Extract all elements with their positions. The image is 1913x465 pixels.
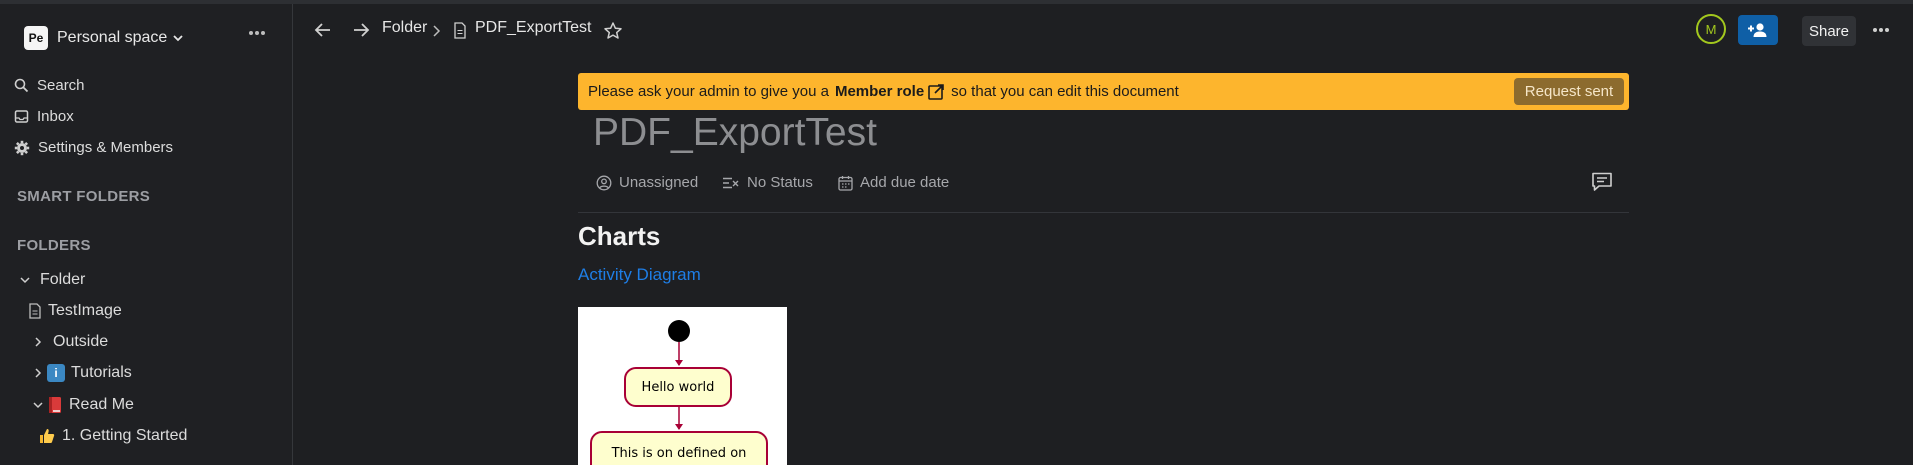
banner-text: Please ask your admin to give you a (588, 83, 829, 100)
divider (578, 212, 1629, 213)
search-icon (14, 78, 29, 93)
comment-icon[interactable] (1591, 171, 1613, 193)
tree-item-label: Read Me (69, 396, 134, 413)
breadcrumb-separator-icon (433, 25, 441, 37)
page-title[interactable]: PDF_ExportTest (593, 111, 877, 155)
more-icon[interactable] (1872, 27, 1890, 33)
tree-item-outside[interactable]: Outside (31, 333, 108, 351)
back-arrow-icon[interactable] (313, 20, 333, 40)
external-link-icon[interactable] (927, 83, 945, 101)
permission-banner: Please ask your admin to give you a Memb… (578, 73, 1629, 110)
tree-item-read-me[interactable]: Read Me (31, 396, 134, 414)
member-role-link[interactable]: Member role (835, 83, 924, 100)
tree-item-label: Outside (53, 333, 109, 350)
due-date-field[interactable]: Add due date (838, 174, 949, 191)
chevron-down-icon[interactable] (18, 273, 32, 287)
document-icon (29, 303, 41, 319)
workspace-switcher[interactable]: Pe Personal space (24, 26, 185, 50)
folders-heading: FOLDERS (17, 237, 91, 254)
tree-item-label: Folder (40, 271, 86, 288)
info-icon: i (47, 364, 65, 382)
more-icon[interactable] (248, 30, 266, 36)
avatar[interactable]: M (1696, 14, 1726, 44)
red-book-icon (49, 397, 61, 413)
activity-diagram-image: Hello world This is on defined on (578, 307, 787, 465)
tree-item-folder[interactable]: Folder (18, 271, 85, 289)
sidebar-item-settings[interactable]: Settings & Members (14, 139, 173, 156)
thumbs-up-icon (40, 429, 55, 443)
smart-folders-heading: SMART FOLDERS (17, 188, 151, 205)
breadcrumb-document[interactable]: PDF_ExportTest (475, 19, 591, 37)
request-sent-button[interactable]: Request sent (1514, 78, 1624, 105)
no-status-icon (723, 177, 739, 188)
sidebar-item-label: Search (37, 77, 85, 94)
assignee-label: Unassigned (619, 174, 699, 191)
sidebar-item-label: Settings & Members (38, 139, 174, 156)
tree-item-label: TestImage (48, 302, 122, 319)
document-icon (454, 22, 466, 39)
chevron-right-icon[interactable] (31, 366, 45, 380)
breadcrumb-folder[interactable]: Folder (382, 19, 427, 37)
calendar-icon (838, 175, 853, 191)
user-circle-icon (596, 175, 612, 190)
assignee-field[interactable]: Unassigned (596, 174, 698, 191)
workspace-name: Personal space (57, 29, 168, 46)
inbox-icon (14, 110, 29, 123)
diagram-node: Hello world (624, 367, 732, 407)
status-field[interactable]: No Status (722, 174, 813, 191)
due-date-label: Add due date (860, 174, 950, 191)
add-user-icon (1748, 23, 1767, 37)
tree-item-getting-started[interactable]: 1. Getting Started (38, 427, 187, 445)
chevron-down-icon (173, 35, 183, 42)
section-heading: Charts (578, 221, 661, 251)
sidebar: Pe Personal space Search Inbox Settings … (0, 4, 293, 465)
diagram-node: This is on defined on (590, 431, 768, 465)
activity-diagram-link[interactable]: Activity Diagram (578, 265, 701, 285)
invite-member-button[interactable] (1738, 15, 1778, 45)
sidebar-item-label: Inbox (37, 108, 74, 125)
share-button[interactable]: Share (1802, 16, 1856, 46)
status-label: No Status (747, 174, 813, 191)
forward-arrow-icon[interactable] (351, 20, 371, 40)
banner-text: so that you can edit this document (951, 83, 1179, 100)
star-icon[interactable] (603, 21, 623, 41)
start-node (668, 320, 690, 342)
chevron-down-icon[interactable] (31, 398, 45, 412)
gear-icon (14, 140, 30, 155)
sidebar-item-inbox[interactable]: Inbox (14, 108, 74, 125)
top-bar: Folder PDF_ExportTest (293, 4, 1913, 56)
tree-item-label: Tutorials (71, 364, 132, 381)
chevron-right-icon[interactable] (31, 335, 45, 349)
tree-item-tutorials[interactable]: i Tutorials (31, 364, 132, 382)
workspace-avatar: Pe (24, 26, 48, 50)
sidebar-item-search[interactable]: Search (14, 77, 85, 94)
tree-item-testimage[interactable]: TestImage (28, 302, 122, 320)
tree-item-label: 1. Getting Started (62, 427, 188, 444)
